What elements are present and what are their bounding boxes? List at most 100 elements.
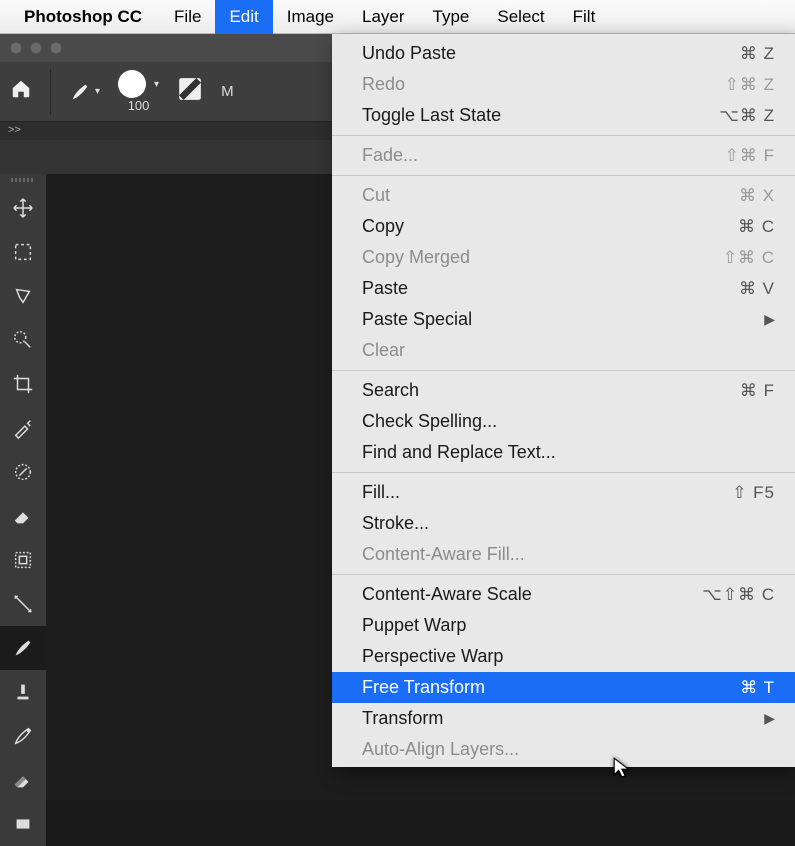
- menu-separator: [332, 175, 795, 176]
- menu-item-find-and-replace-text[interactable]: Find and Replace Text...: [332, 437, 795, 468]
- gradient-tool[interactable]: [0, 758, 46, 802]
- menu-separator: [332, 135, 795, 136]
- menu-item-check-spelling[interactable]: Check Spelling...: [332, 406, 795, 437]
- menu-layer[interactable]: Layer: [348, 0, 419, 34]
- menu-item-label: Find and Replace Text...: [362, 442, 775, 463]
- menu-item-cut: Cut⌘ X: [332, 180, 795, 211]
- menu-item-shortcut: ⌘ X: [739, 186, 775, 206]
- menu-item-shortcut: ⌘ T: [740, 678, 775, 698]
- menu-item-label: Toggle Last State: [362, 105, 719, 126]
- menu-item-label: Content-Aware Scale: [362, 584, 702, 605]
- menu-item-fill[interactable]: Fill...⇧ F5: [332, 477, 795, 508]
- history-brush-tool[interactable]: [0, 714, 46, 758]
- menu-item-clear: Clear: [332, 335, 795, 366]
- dodge-tool[interactable]: [0, 582, 46, 626]
- menu-item-paste-special[interactable]: Paste Special▶: [332, 304, 795, 335]
- submenu-arrow-icon: ▶: [764, 311, 775, 328]
- menu-item-redo: Redo⇧⌘ Z: [332, 69, 795, 100]
- separator: [50, 69, 51, 115]
- marquee-tool[interactable]: [0, 230, 46, 274]
- menu-file[interactable]: File: [160, 0, 215, 34]
- brush-tool[interactable]: [0, 626, 46, 670]
- app-name[interactable]: Photoshop CC: [24, 7, 142, 27]
- menu-filter[interactable]: Filt: [559, 0, 610, 34]
- menu-item-label: Search: [362, 380, 740, 401]
- menu-item-shortcut: ⌘ Z: [740, 44, 775, 64]
- menu-item-label: Paste Special: [362, 309, 764, 330]
- menu-item-shortcut: ⌘ F: [740, 381, 775, 401]
- tool-preset-picker[interactable]: ▾: [69, 81, 100, 103]
- submenu-arrow-icon: ▶: [764, 710, 775, 727]
- menu-item-content-aware-scale[interactable]: Content-Aware Scale⌥⇧⌘ C: [332, 579, 795, 610]
- brush-swatch-icon: [118, 70, 146, 98]
- menu-item-shortcut: ⇧⌘ Z: [725, 75, 775, 95]
- menu-item-shortcut: ⇧⌘ F: [725, 146, 775, 166]
- menu-item-perspective-warp[interactable]: Perspective Warp: [332, 641, 795, 672]
- menu-item-label: Copy: [362, 216, 738, 237]
- lasso-tool[interactable]: [0, 274, 46, 318]
- brush-settings-button[interactable]: [177, 76, 203, 107]
- rectangle-tool[interactable]: [0, 802, 46, 846]
- edit-menu-dropdown: Undo Paste⌘ ZRedo⇧⌘ ZToggle Last State⌥⌘…: [332, 34, 795, 767]
- eyedropper-tool[interactable]: [0, 406, 46, 450]
- brush-preset-picker[interactable]: ▾ 100: [118, 70, 159, 113]
- menu-type[interactable]: Type: [419, 0, 484, 34]
- menu-edit[interactable]: Edit: [215, 0, 272, 34]
- menu-item-label: Transform: [362, 708, 764, 729]
- menu-item-shortcut: ⌥⇧⌘ C: [702, 585, 775, 605]
- traffic-light-minimize[interactable]: [30, 42, 42, 54]
- mode-label-cut: M: [221, 83, 234, 100]
- chevron-down-icon: ▾: [95, 86, 100, 97]
- menu-item-fade: Fade...⇧⌘ F: [332, 140, 795, 171]
- traffic-light-zoom[interactable]: [50, 42, 62, 54]
- menu-item-label: Content-Aware Fill...: [362, 544, 775, 565]
- menu-item-label: Paste: [362, 278, 739, 299]
- menu-item-label: Perspective Warp: [362, 646, 775, 667]
- healing-brush-tool[interactable]: [0, 450, 46, 494]
- menu-item-auto-align-layers: Auto-Align Layers...: [332, 734, 795, 765]
- brush-size-readout: 100: [128, 98, 150, 113]
- eraser-tool[interactable]: [0, 494, 46, 538]
- frame-tool[interactable]: [0, 538, 46, 582]
- menu-item-undo-paste[interactable]: Undo Paste⌘ Z: [332, 38, 795, 69]
- menu-item-shortcut: ⌘ C: [738, 217, 775, 237]
- menu-item-copy-merged: Copy Merged⇧⌘ C: [332, 242, 795, 273]
- macos-menubar: Photoshop CC File Edit Image Layer Type …: [0, 0, 795, 34]
- menu-item-label: Copy Merged: [362, 247, 723, 268]
- home-button[interactable]: [10, 78, 32, 105]
- menu-item-shortcut: ⇧ F5: [732, 483, 775, 503]
- menu-item-label: Fill...: [362, 482, 732, 503]
- menu-item-content-aware-fill: Content-Aware Fill...: [332, 539, 795, 570]
- menu-separator: [332, 574, 795, 575]
- menu-item-toggle-last-state[interactable]: Toggle Last State⌥⌘ Z: [332, 100, 795, 131]
- menu-item-stroke[interactable]: Stroke...: [332, 508, 795, 539]
- menu-item-shortcut: ⇧⌘ C: [723, 248, 775, 268]
- toolbox-grip[interactable]: [0, 174, 46, 186]
- menu-item-label: Auto-Align Layers...: [362, 739, 775, 760]
- menu-item-label: Puppet Warp: [362, 615, 775, 636]
- menu-item-label: Undo Paste: [362, 43, 740, 64]
- menu-item-shortcut: ⌘ V: [739, 279, 775, 299]
- menu-item-label: Redo: [362, 74, 725, 95]
- clone-stamp-tool[interactable]: [0, 670, 46, 714]
- menu-item-label: Stroke...: [362, 513, 775, 534]
- menu-item-label: Cut: [362, 185, 739, 206]
- menu-item-label: Clear: [362, 340, 775, 361]
- move-tool[interactable]: [0, 186, 46, 230]
- traffic-light-close[interactable]: [10, 42, 22, 54]
- toolbox: [0, 174, 46, 846]
- menu-separator: [332, 472, 795, 473]
- menu-item-puppet-warp[interactable]: Puppet Warp: [332, 610, 795, 641]
- menu-item-copy[interactable]: Copy⌘ C: [332, 211, 795, 242]
- crop-tool[interactable]: [0, 362, 46, 406]
- menu-image[interactable]: Image: [273, 0, 348, 34]
- menu-item-label: Fade...: [362, 145, 725, 166]
- menu-item-free-transform[interactable]: Free Transform⌘ T: [332, 672, 795, 703]
- menu-item-label: Free Transform: [362, 677, 740, 698]
- menu-separator: [332, 370, 795, 371]
- menu-select[interactable]: Select: [483, 0, 558, 34]
- menu-item-paste[interactable]: Paste⌘ V: [332, 273, 795, 304]
- menu-item-transform[interactable]: Transform▶: [332, 703, 795, 734]
- quick-select-tool[interactable]: [0, 318, 46, 362]
- menu-item-search[interactable]: Search⌘ F: [332, 375, 795, 406]
